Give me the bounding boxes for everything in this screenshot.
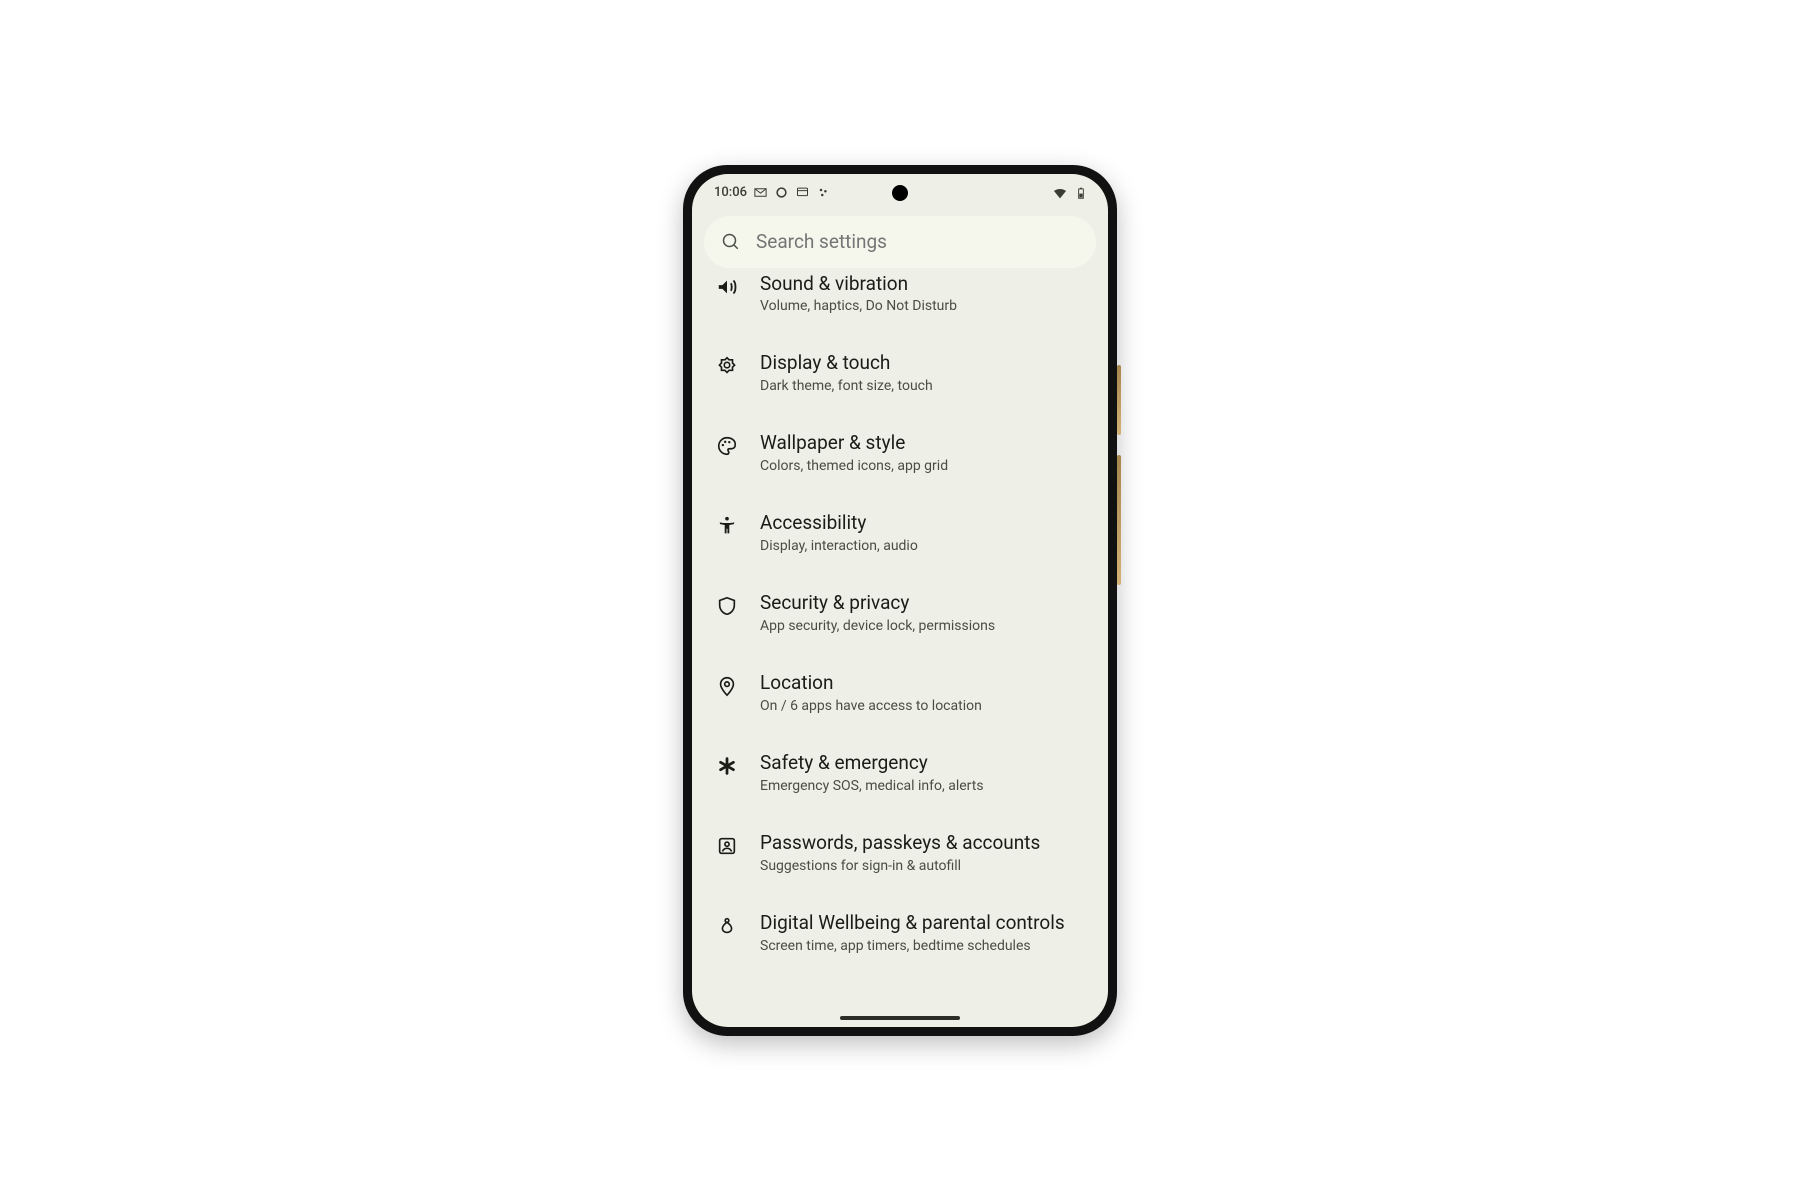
settings-item-display[interactable]: Display & touch Dark theme, font size, t… <box>692 333 1108 413</box>
brightness-icon <box>714 355 740 377</box>
settings-item-sound[interactable]: Sound & vibration Volume, haptics, Do No… <box>692 270 1108 334</box>
settings-item-title: Sound & vibration <box>760 272 957 296</box>
settings-item-title: Safety & emergency <box>760 751 984 775</box>
settings-item-title: Security & privacy <box>760 591 995 615</box>
palette-icon <box>714 435 740 457</box>
settings-item-safety[interactable]: Safety & emergency Emergency SOS, medica… <box>692 733 1108 813</box>
gmail-icon <box>753 185 768 200</box>
account-box-icon <box>714 835 740 857</box>
settings-item-passwords[interactable]: Passwords, passkeys & accounts Suggestio… <box>692 813 1108 893</box>
navigation-handle[interactable] <box>840 1016 960 1020</box>
wifi-icon <box>1052 185 1068 201</box>
settings-item-accessibility[interactable]: Accessibility Display, interaction, audi… <box>692 493 1108 573</box>
status-time: 10:06 <box>714 185 747 200</box>
wellbeing-icon <box>714 915 740 937</box>
settings-item-wallpaper[interactable]: Wallpaper & style Colors, themed icons, … <box>692 413 1108 493</box>
settings-list[interactable]: Sound & vibration Volume, haptics, Do No… <box>692 270 1108 1027</box>
settings-item-security[interactable]: Security & privacy App security, device … <box>692 573 1108 653</box>
settings-item-subtitle: On / 6 apps have access to location <box>760 697 982 715</box>
search-input[interactable] <box>754 229 1078 254</box>
chat-icon <box>795 185 810 200</box>
settings-item-title: Display & touch <box>760 351 933 375</box>
settings-item-title: Wallpaper & style <box>760 431 948 455</box>
settings-item-location[interactable]: Location On / 6 apps have access to loca… <box>692 653 1108 733</box>
settings-item-subtitle: App security, device lock, permissions <box>760 617 995 635</box>
settings-item-subtitle: Volume, haptics, Do Not Disturb <box>760 297 957 315</box>
settings-item-title: Passwords, passkeys & accounts <box>760 831 1040 855</box>
asterisk-icon <box>714 755 740 777</box>
settings-item-title: Digital Wellbeing & parental controls <box>760 911 1065 935</box>
phone-frame: 10:06 Soun <box>683 165 1117 1036</box>
battery-icon <box>1074 184 1088 202</box>
settings-item-wellbeing[interactable]: Digital Wellbeing & parental controls Sc… <box>692 893 1108 973</box>
circle-icon <box>774 185 789 200</box>
settings-item-subtitle: Emergency SOS, medical info, alerts <box>760 777 984 795</box>
search-icon <box>722 232 740 252</box>
camera-hole <box>892 185 908 201</box>
shield-icon <box>714 595 740 617</box>
settings-item-subtitle: Colors, themed icons, app grid <box>760 457 948 475</box>
settings-item-subtitle: Dark theme, font size, touch <box>760 377 933 395</box>
screen: 10:06 Soun <box>692 174 1108 1027</box>
settings-item-title: Accessibility <box>760 511 918 535</box>
settings-item-subtitle: Screen time, app timers, bedtime schedul… <box>760 937 1065 955</box>
settings-item-subtitle: Suggestions for sign-in & autofill <box>760 857 1040 875</box>
settings-item-subtitle: Display, interaction, audio <box>760 537 918 555</box>
settings-item-title: Location <box>760 671 982 695</box>
dots-icon <box>816 185 831 200</box>
accessibility-icon <box>714 515 740 537</box>
location-icon <box>714 675 740 697</box>
volume-icon <box>714 276 740 298</box>
search-bar[interactable] <box>704 216 1096 268</box>
